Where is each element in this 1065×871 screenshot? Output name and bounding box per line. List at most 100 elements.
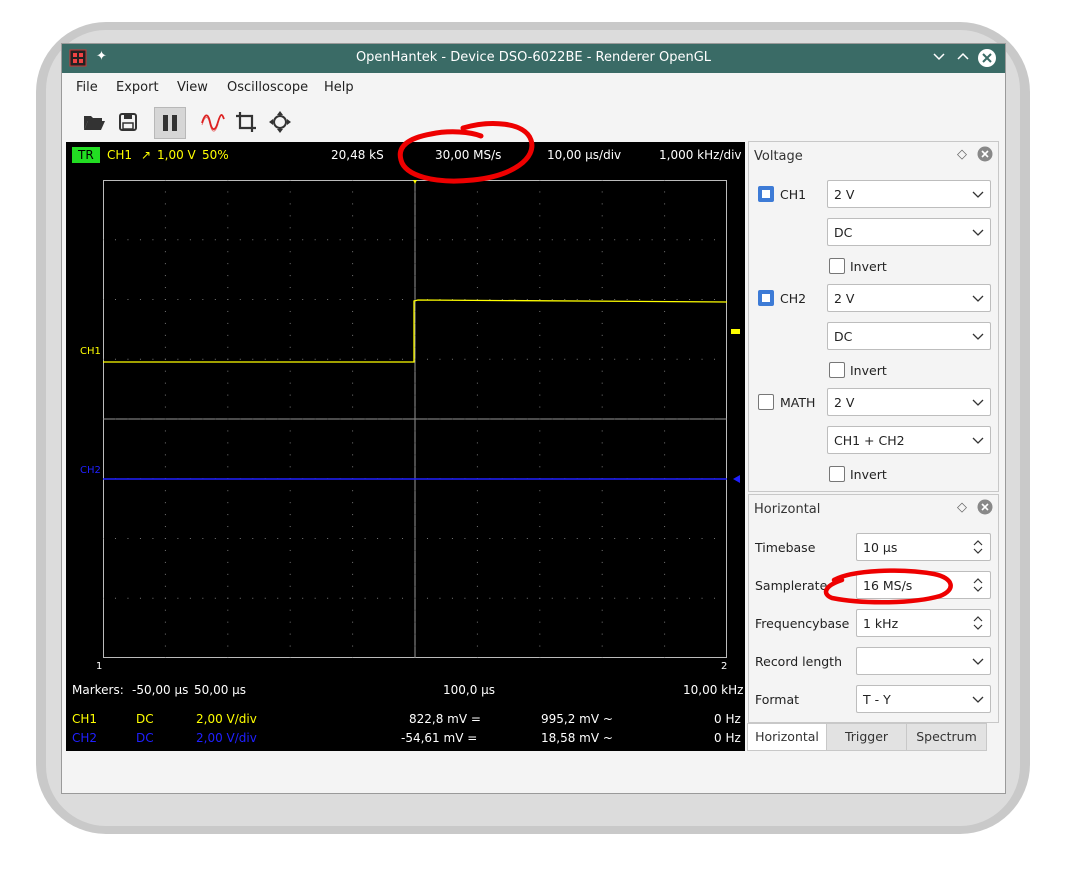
markers-label: Markers: (72, 683, 124, 697)
record-length-select[interactable] (856, 647, 991, 675)
ch1-ac-value: 995,2 mV ~ (541, 712, 613, 726)
spin-arrows-icon (973, 578, 983, 592)
menu-oscilloscope[interactable]: Oscilloscope (227, 80, 308, 95)
ch2-offset-label: CH2 (80, 465, 101, 476)
menu-view[interactable]: View (177, 80, 208, 95)
horizontal-dock-title: Horizontal (754, 502, 821, 517)
ch1-name: CH1 (72, 712, 98, 726)
samplerate-label: Samplerate (755, 578, 828, 593)
menu-export[interactable]: Export (116, 80, 159, 95)
chevron-down-icon (972, 437, 984, 444)
annotation-circle-status-samplerate (397, 121, 535, 184)
ch2-dc-value: -54,61 mV = (401, 731, 478, 745)
menu-help[interactable]: Help (324, 80, 354, 95)
annotation-circle-samplerate (823, 568, 953, 605)
save-icon[interactable] (114, 108, 142, 136)
trigger-badge: TR (72, 147, 100, 163)
ch1-coupling-select[interactable]: DC (827, 218, 991, 246)
title-bar: ✦ OpenHantek - Device DSO-6022BE - Rende… (62, 44, 1005, 73)
trigger-level-marker (731, 329, 740, 334)
pause-icon[interactable] (154, 107, 186, 139)
ch2-enable-checkbox[interactable] (758, 290, 774, 306)
ch1-coupling: DC (136, 712, 154, 726)
math-enable-checkbox[interactable] (758, 394, 774, 410)
format-select[interactable]: T - Y (856, 685, 991, 713)
float-icon[interactable]: ◇ (957, 147, 967, 162)
chevron-down-icon (972, 191, 984, 198)
horizontal-dock: Horizontal ◇ Timebase 10 µs Samplerate 1… (748, 494, 999, 723)
marker-end: 50,00 µs (194, 683, 247, 697)
timebase-spinbox[interactable]: 10 µs (856, 533, 991, 561)
math-gain-select[interactable]: 2 V (827, 388, 991, 416)
scope-plot (103, 180, 727, 658)
menu-file[interactable]: File (76, 80, 98, 95)
zoom-icon[interactable] (232, 108, 260, 136)
trigger-channel: CH1 (107, 148, 133, 162)
spin-arrows-icon (973, 616, 983, 630)
ch2-coupling-select[interactable]: DC (827, 322, 991, 350)
dock-close-icon[interactable] (977, 146, 993, 166)
ch1-gain-select[interactable]: 2 V (827, 180, 991, 208)
dock-close-icon[interactable] (977, 499, 993, 519)
timebase-label: Timebase (755, 540, 816, 555)
close-icon[interactable] (977, 48, 997, 72)
ch1-offset-label: CH1 (80, 346, 101, 357)
ch2-level-marker (733, 475, 740, 483)
frequencybase-spinbox[interactable]: 1 kHz (856, 609, 991, 637)
ch1-enable-checkbox[interactable] (758, 186, 774, 202)
dock-tabs: Horizontal Trigger Spectrum (747, 723, 987, 751)
ch1-invert-label: Invert (850, 259, 887, 274)
ch2-coupling: DC (136, 731, 154, 745)
digital-phosphor-icon[interactable] (199, 108, 227, 136)
math-enable-label: MATH (780, 395, 816, 410)
scope-screen: TR CH1 ↗ 1,00 V 50% 20,48 kS 30,00 MS/s … (66, 142, 745, 751)
chevron-down-icon (972, 696, 984, 703)
tab-trigger[interactable]: Trigger (826, 723, 907, 751)
trigger-slope: ↗ (141, 148, 152, 162)
voltage-dock-title: Voltage (754, 149, 803, 164)
marker-start: -50,00 µs (132, 683, 189, 697)
ch2-vdiv: 2,00 V/div (196, 731, 257, 745)
open-icon[interactable] (80, 108, 108, 136)
ch1-enable-label: CH1 (780, 187, 807, 202)
marker-delta: 100,0 µs (443, 683, 496, 697)
tab-horizontal[interactable]: Horizontal (747, 723, 827, 751)
ch2-gain-select[interactable]: 2 V (827, 284, 991, 312)
maximize-icon[interactable] (956, 49, 970, 69)
minimize-icon[interactable] (932, 49, 946, 69)
chevron-down-icon (972, 399, 984, 406)
status-frequencybase: 1,000 kHz/div (659, 148, 742, 162)
math-invert-checkbox[interactable] (829, 466, 845, 482)
marker-1-label: 1 (96, 661, 103, 672)
app-window: ✦ OpenHantek - Device DSO-6022BE - Rende… (61, 43, 1006, 794)
format-label: Format (755, 692, 800, 707)
sample-count: 20,48 kS (331, 148, 384, 162)
menu-bar: File Export View Oscilloscope Help (62, 73, 1005, 103)
window-title: OpenHantek - Device DSO-6022BE - Rendere… (355, 50, 712, 65)
ch2-invert-checkbox[interactable] (829, 362, 845, 378)
ch1-frequency: 0 Hz (714, 712, 741, 726)
chevron-down-icon (972, 658, 984, 665)
status-timebase: 10,00 µs/div (547, 148, 622, 162)
chevron-down-icon (972, 295, 984, 302)
math-mode-select[interactable]: CH1 + CH2 (827, 426, 991, 454)
measure-icon[interactable] (266, 108, 294, 136)
marker-frequency: 10,00 kHz (683, 683, 744, 697)
ch1-invert-checkbox[interactable] (829, 258, 845, 274)
chevron-down-icon (972, 333, 984, 340)
trigger-level: 1,00 V (157, 148, 196, 162)
ch1-vdiv: 2,00 V/div (196, 712, 257, 726)
float-icon[interactable]: ◇ (957, 500, 967, 515)
math-invert-label: Invert (850, 467, 887, 482)
ch2-ac-value: 18,58 mV ~ (541, 731, 613, 745)
tab-spectrum[interactable]: Spectrum (906, 723, 987, 751)
trigger-position: 50% (202, 148, 229, 162)
chevron-down-icon (972, 229, 984, 236)
record-length-label: Record length (755, 654, 843, 669)
frequencybase-label: Frequencybase (755, 616, 850, 631)
voltage-dock: Voltage ◇ CH1 2 V DC Invert CH2 2 V DC I… (748, 141, 999, 492)
ch2-frequency: 0 Hz (714, 731, 741, 745)
marker-2-label: 2 (721, 661, 728, 672)
ch2-enable-label: CH2 (780, 291, 807, 306)
ch1-dc-value: 822,8 mV = (409, 712, 481, 726)
